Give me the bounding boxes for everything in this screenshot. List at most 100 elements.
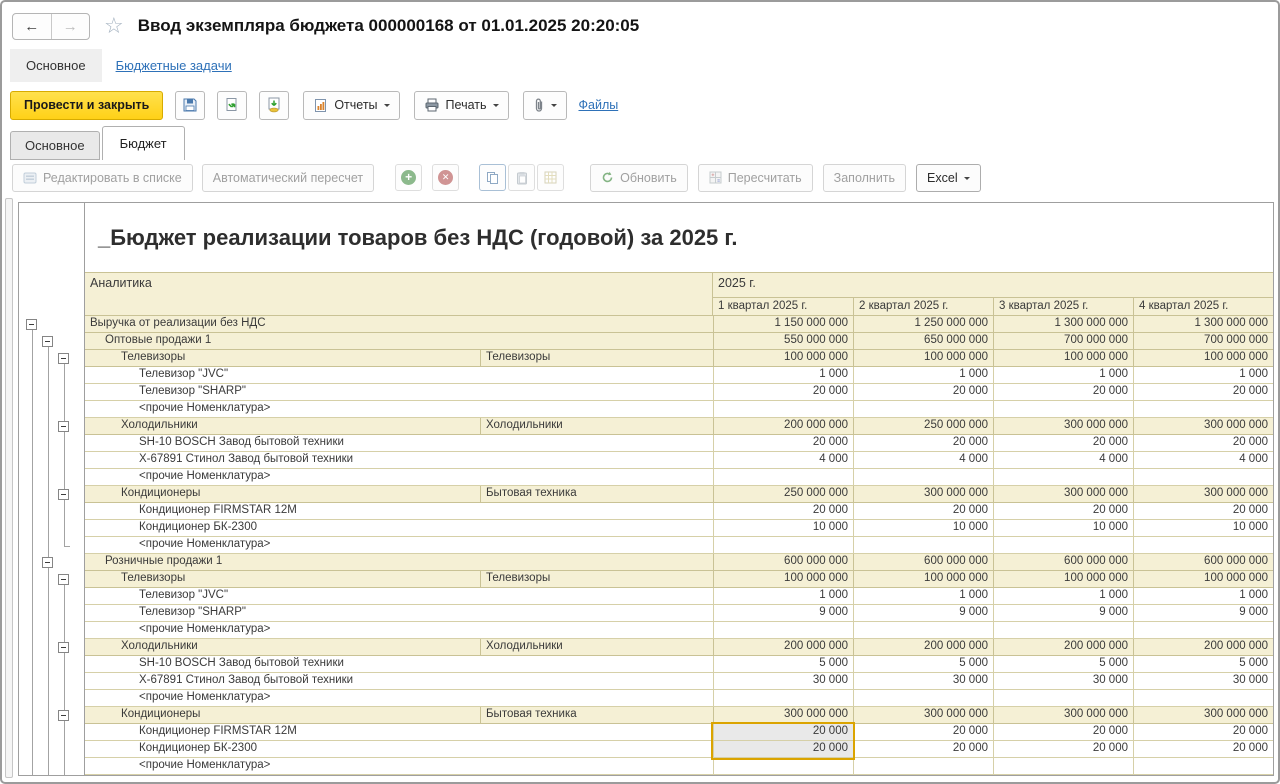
- budget-value-cell[interactable]: 20 000: [1133, 724, 1273, 740]
- quarter-header-q2[interactable]: 2 квартал 2025 г.: [853, 298, 993, 315]
- budget-value-cell[interactable]: [1133, 622, 1273, 638]
- budget-value-cell[interactable]: 9 000: [1133, 605, 1273, 621]
- budget-value-cell[interactable]: [853, 758, 993, 774]
- budget-value-cell[interactable]: 20 000: [853, 741, 993, 757]
- budget-value-cell[interactable]: [993, 537, 1133, 553]
- analytics-cell[interactable]: Телевизор "JVC": [85, 588, 713, 604]
- analytics2-cell[interactable]: Бытовая техника: [480, 707, 713, 723]
- recalculate-button[interactable]: Пересчитать: [697, 163, 813, 192]
- budget-value-cell[interactable]: 4 000: [1133, 452, 1273, 468]
- budget-value-cell[interactable]: 9 000: [993, 605, 1133, 621]
- budget-value-cell[interactable]: 1 150 000 000: [713, 316, 853, 332]
- budget-value-cell[interactable]: 20 000: [993, 741, 1133, 757]
- budget-value-cell[interactable]: 100 000 000: [853, 571, 993, 587]
- budget-value-cell[interactable]: [713, 469, 853, 485]
- budget-value-cell[interactable]: 1 000: [853, 588, 993, 604]
- save-button[interactable]: [175, 90, 206, 120]
- analytics-cell[interactable]: <прочие Номенклатура>: [85, 690, 713, 706]
- budget-value-cell[interactable]: 200 000 000: [993, 639, 1133, 655]
- excel-button[interactable]: Excel: [916, 163, 981, 192]
- quarter-header-q3[interactable]: 3 квартал 2025 г.: [993, 298, 1133, 315]
- tab-budget[interactable]: Бюджет: [101, 126, 185, 160]
- analytics-cell[interactable]: Кондиционер FIRMSTAR 12M: [85, 724, 713, 740]
- budget-value-cell[interactable]: [713, 401, 853, 417]
- budget-value-cell[interactable]: 1 000: [1133, 588, 1273, 604]
- budget-value-cell[interactable]: [713, 537, 853, 553]
- budget-value-cell[interactable]: 100 000 000: [1133, 571, 1273, 587]
- budget-value-cell[interactable]: 600 000 000: [993, 554, 1133, 570]
- analytics2-cell[interactable]: Холодильники: [480, 418, 713, 434]
- group-level-strip[interactable]: [5, 198, 13, 778]
- analytics-cell[interactable]: Кондиционеры: [85, 707, 480, 723]
- budget-value-cell[interactable]: [853, 537, 993, 553]
- budget-value-cell[interactable]: 20 000: [853, 384, 993, 400]
- budget-value-cell[interactable]: [1133, 469, 1273, 485]
- budget-value-cell[interactable]: 9 000: [713, 605, 853, 621]
- collapse-group-toggle[interactable]: [58, 710, 69, 721]
- collapse-group-toggle[interactable]: [26, 319, 37, 330]
- budget-value-cell[interactable]: 100 000 000: [713, 571, 853, 587]
- budget-value-cell[interactable]: 30 000: [713, 673, 853, 689]
- budget-value-cell[interactable]: 20 000: [993, 724, 1133, 740]
- analytics-cell[interactable]: Телевизор "SHARP": [85, 384, 713, 400]
- budget-value-cell[interactable]: 20 000: [1133, 741, 1273, 757]
- back-button[interactable]: ←: [13, 13, 52, 39]
- analytics-cell[interactable]: Кондиционер БК-2300: [85, 741, 713, 757]
- quarter-header-q1[interactable]: 1 квартал 2025 г.: [713, 298, 853, 315]
- tab-main[interactable]: Основное: [10, 131, 100, 160]
- budget-value-cell[interactable]: [713, 758, 853, 774]
- analytics-cell[interactable]: Розничные продажи 1: [85, 554, 713, 570]
- analytics2-cell[interactable]: Холодильники: [480, 639, 713, 655]
- analytics2-cell[interactable]: Телевизоры: [480, 350, 713, 366]
- budget-value-cell[interactable]: 1 000: [993, 367, 1133, 383]
- collapse-group-toggle[interactable]: [58, 489, 69, 500]
- delete-line-button[interactable]: ✕: [432, 164, 460, 191]
- budget-value-cell[interactable]: 700 000 000: [993, 333, 1133, 349]
- budget-value-cell[interactable]: 1 000: [993, 588, 1133, 604]
- quarter-header-q4[interactable]: 4 квартал 2025 г.: [1133, 298, 1273, 315]
- grid-format-button[interactable]: [537, 164, 565, 191]
- budget-value-cell[interactable]: 5 000: [853, 656, 993, 672]
- collapse-group-toggle[interactable]: [42, 557, 53, 568]
- budget-value-cell[interactable]: 300 000 000: [853, 486, 993, 502]
- add-line-button[interactable]: +: [395, 164, 423, 191]
- collapse-group-toggle[interactable]: [58, 642, 69, 653]
- analytics-cell[interactable]: <прочие Номенклатура>: [85, 401, 713, 417]
- collapse-group-toggle[interactable]: [42, 336, 53, 347]
- budget-value-cell[interactable]: [993, 401, 1133, 417]
- budget-value-cell[interactable]: [993, 469, 1133, 485]
- budget-value-cell[interactable]: 1 300 000 000: [993, 316, 1133, 332]
- budget-value-cell[interactable]: [713, 622, 853, 638]
- budget-value-cell[interactable]: 20 000: [713, 503, 853, 519]
- budget-value-cell[interactable]: 20 000: [993, 503, 1133, 519]
- analytics-cell[interactable]: Х-67891 Стинол Завод бытовой техники: [85, 452, 713, 468]
- analytics-cell[interactable]: <прочие Номенклатура>: [85, 758, 713, 774]
- budget-value-cell[interactable]: 1 300 000 000: [1133, 316, 1273, 332]
- analytics-cell[interactable]: <прочие Номенклатура>: [85, 537, 713, 553]
- budget-value-cell[interactable]: 200 000 000: [713, 418, 853, 434]
- budget-value-cell[interactable]: 300 000 000: [1133, 707, 1273, 723]
- budget-value-cell[interactable]: 100 000 000: [993, 571, 1133, 587]
- budget-value-cell[interactable]: [853, 690, 993, 706]
- budget-value-cell[interactable]: 1 000: [713, 588, 853, 604]
- budget-value-cell[interactable]: 300 000 000: [993, 707, 1133, 723]
- budget-value-cell[interactable]: 10 000: [713, 520, 853, 536]
- fill-button[interactable]: Заполнить: [822, 163, 907, 192]
- post-and-close-button[interactable]: Провести и закрыть: [10, 90, 164, 120]
- budget-value-cell[interactable]: 30 000: [993, 673, 1133, 689]
- analytics2-cell[interactable]: Телевизоры: [480, 571, 713, 587]
- budget-value-cell[interactable]: 250 000 000: [853, 418, 993, 434]
- edit-in-list-button[interactable]: Редактировать в списке: [12, 163, 193, 192]
- budget-value-cell[interactable]: 1 000: [1133, 367, 1273, 383]
- budget-value-cell[interactable]: 300 000 000: [713, 707, 853, 723]
- budget-value-cell[interactable]: 20 000: [993, 435, 1133, 451]
- refresh-button[interactable]: Обновить: [590, 163, 688, 192]
- collapse-group-toggle[interactable]: [58, 574, 69, 585]
- nav-tab-main[interactable]: Основное: [10, 49, 102, 82]
- budget-value-cell[interactable]: 20 000: [1133, 503, 1273, 519]
- budget-value-cell[interactable]: 1 000: [713, 367, 853, 383]
- budget-value-cell[interactable]: 4 000: [993, 452, 1133, 468]
- budget-value-cell[interactable]: 1 250 000 000: [853, 316, 993, 332]
- budget-value-cell[interactable]: 4 000: [853, 452, 993, 468]
- budget-value-cell[interactable]: [1133, 690, 1273, 706]
